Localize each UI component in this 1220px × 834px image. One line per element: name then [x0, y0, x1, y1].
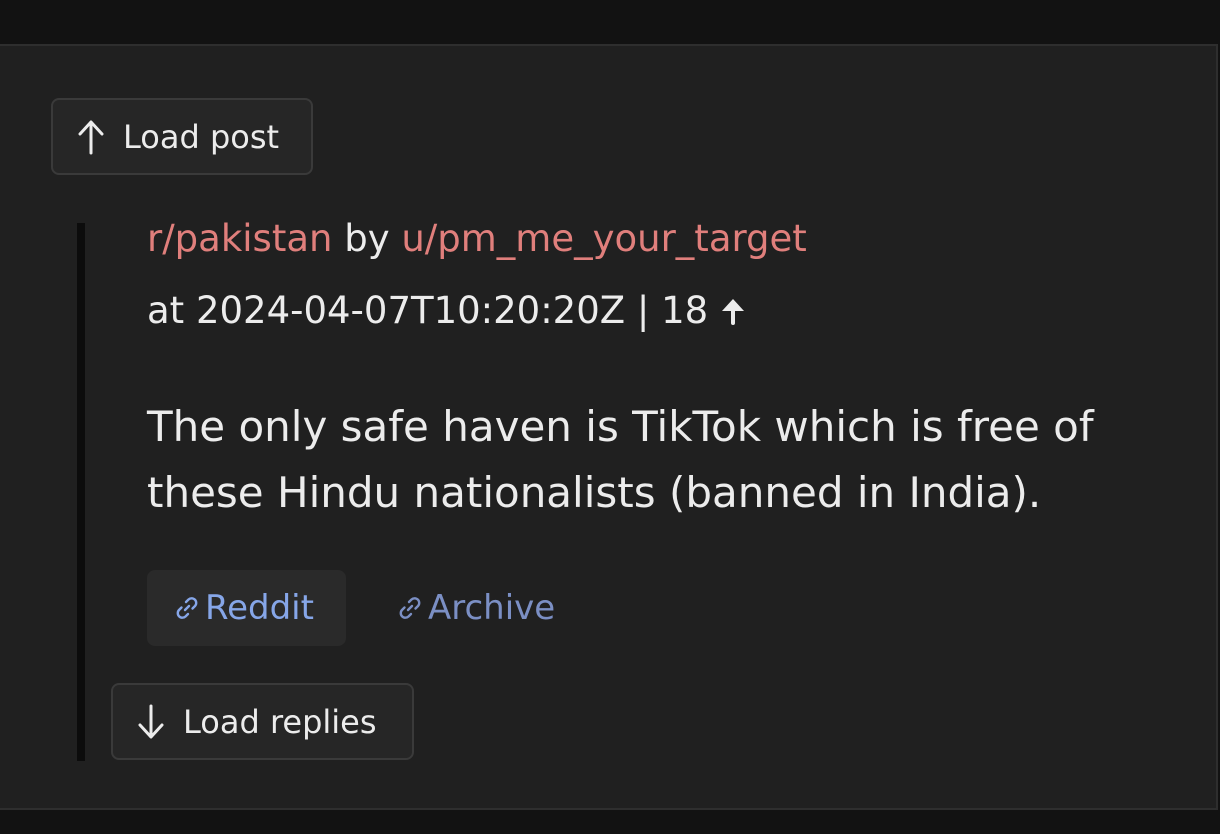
- score: 18: [661, 289, 709, 332]
- arrow-down-icon: [138, 704, 164, 738]
- load-post-label: Load post: [123, 117, 280, 156]
- timestamp: 2024-04-07T10:20:20Z: [195, 289, 626, 332]
- meta-separator: |: [625, 289, 662, 332]
- load-post-button[interactable]: Load post: [51, 98, 313, 175]
- load-replies-label: Load replies: [183, 702, 377, 741]
- at-prefix: at: [147, 289, 196, 332]
- by-text: by: [332, 217, 402, 260]
- reddit-link-label: Reddit: [205, 588, 314, 628]
- subreddit-link[interactable]: r/pakistan: [147, 217, 332, 260]
- archive-link-label: Archive: [428, 588, 556, 628]
- post-attribution: r/pakistan by u/pm_me_your_target: [147, 220, 807, 257]
- post-meta: at 2024-04-07T10:20:20Z | 18: [147, 292, 748, 329]
- chain-link-icon: [176, 597, 198, 619]
- upvote-arrow-icon: [722, 299, 745, 325]
- thread-line: [77, 223, 85, 761]
- load-replies-button[interactable]: Load replies: [111, 683, 414, 760]
- post-body: The only safe haven is TikTok which is f…: [147, 402, 1094, 517]
- comment-card: Load post r/pakistan by u/pm_me_your_tar…: [0, 44, 1218, 810]
- arrow-up-icon: [78, 120, 104, 154]
- archive-link[interactable]: Archive: [370, 570, 590, 646]
- author-link[interactable]: u/pm_me_your_target: [401, 217, 806, 260]
- chain-link-icon: [399, 597, 421, 619]
- reddit-link[interactable]: Reddit: [147, 570, 346, 646]
